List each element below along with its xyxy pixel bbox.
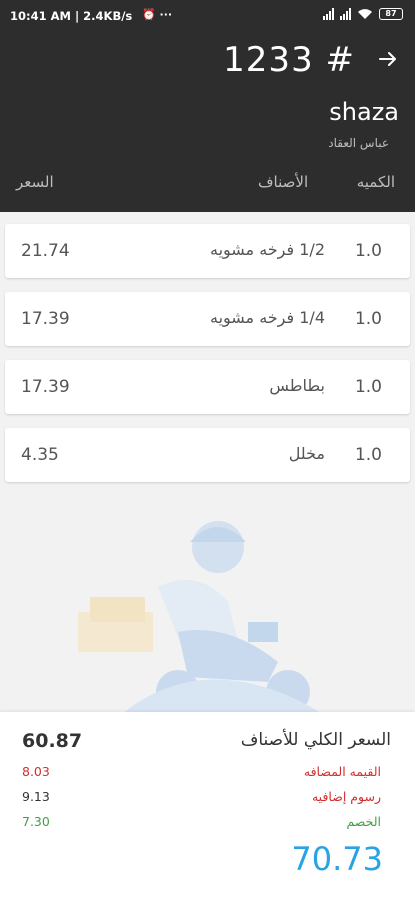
vat-label: القيمه المضافه [303, 764, 381, 779]
discount-value: 7.30 [22, 814, 50, 829]
item-name: 1/2 فرخه مشويه [209, 240, 325, 259]
items-total-value: 60.87 [22, 730, 83, 752]
item-name: مخلل [288, 444, 325, 463]
list-item[interactable]: 21.74 1/2 فرخه مشويه 1.0 [5, 224, 410, 278]
secondary-name: عباس العقاد [328, 136, 389, 150]
list-item[interactable]: 17.39 1/4 فرخه مشويه 1.0 [5, 292, 410, 346]
item-quantity: 1.0 [354, 241, 382, 261]
item-quantity: 1.0 [354, 445, 382, 465]
item-name: 1/4 فرخه مشويه [209, 308, 325, 327]
column-items: الأصناف [258, 173, 309, 191]
order-header: 1233 # shaza عباس العقاد السعر الأصناف ا… [0, 30, 415, 212]
alarm-icon: ⏰ ··· [142, 8, 173, 21]
signal-icon-2 [340, 8, 351, 20]
order-number: 1233 # [223, 40, 355, 80]
item-quantity: 1.0 [354, 377, 382, 397]
column-quantity: الكميه [356, 173, 395, 191]
list-item[interactable]: 17.39 بطاطس 1.0 [5, 360, 410, 414]
fees-value: 9.13 [22, 789, 50, 804]
wifi-icon [358, 9, 372, 19]
fees-label: رسوم إضافيه [311, 789, 381, 804]
status-time: 10:41 AM | 2.4KB/s [10, 9, 133, 23]
signal-icon [323, 8, 334, 20]
status-bar: 10:41 AM | 2.4KB/s ⏰ ··· 87 [0, 0, 415, 30]
customer-name: shaza [329, 98, 399, 126]
column-price: السعر [16, 173, 54, 191]
discount-label: الخصم [346, 814, 381, 829]
delivery-illustration [78, 521, 328, 717]
battery-icon: 87 [379, 8, 403, 20]
order-summary: السعر الكلي للأصناف 60.87 القيمه المضافه… [0, 712, 415, 900]
item-name: بطاطس [269, 376, 325, 395]
status-icons: 87 [323, 8, 403, 20]
item-price: 21.74 [21, 241, 70, 261]
vat-value: 8.03 [22, 764, 50, 779]
items-total-label: السعر الكلي للأصناف [240, 730, 391, 750]
arrow-right-icon[interactable] [377, 48, 399, 70]
items-list: 21.74 1/2 فرخه مشويه 1.0 17.39 1/4 فرخه … [0, 212, 415, 717]
grand-total: 70.73 [291, 840, 383, 878]
item-price: 17.39 [21, 309, 70, 329]
item-quantity: 1.0 [354, 309, 382, 329]
item-price: 17.39 [21, 377, 70, 397]
list-item[interactable]: 4.35 مخلل 1.0 [5, 428, 410, 482]
item-price: 4.35 [21, 445, 59, 465]
